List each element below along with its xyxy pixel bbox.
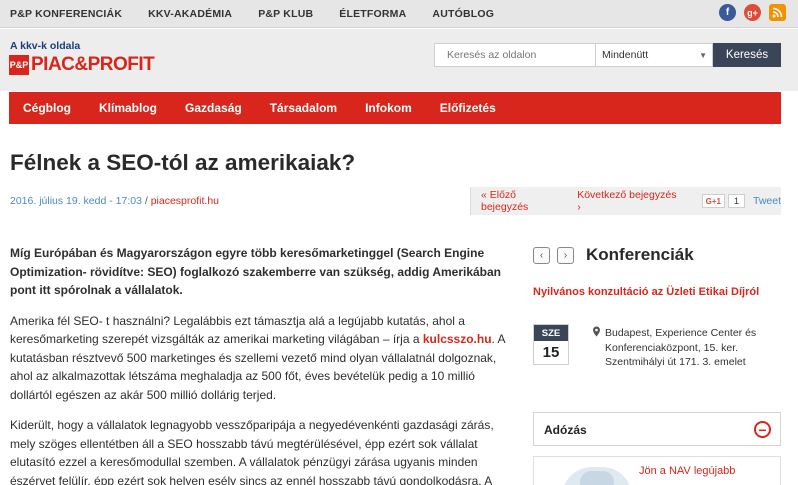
location-pin-icon	[592, 326, 601, 340]
article-lead: Míg Európában és Magyarországon egyre tö…	[10, 246, 502, 297]
tweet-button[interactable]: Tweet	[753, 195, 781, 207]
nav-item-tarsadalom[interactable]: Társadalom	[270, 101, 337, 115]
event-location: Budapest, Experience Center és Konferenc…	[605, 327, 757, 368]
social-icons: f g+	[711, 4, 786, 21]
search-scope-value: Mindenütt	[602, 49, 649, 61]
top-link-kkv-akademia[interactable]: KKV-AKADÉMIA	[148, 8, 232, 20]
accordion-adozas[interactable]: Adózás −	[533, 412, 781, 446]
site-logo[interactable]: P&P PIAC&PROFIT	[9, 54, 155, 76]
logo-text: PIAC&PROFIT	[31, 54, 155, 75]
gplus-count: 1	[727, 194, 745, 208]
site-tagline: A kkv-k oldala	[10, 40, 81, 52]
event-day: 15	[542, 344, 560, 361]
search-button[interactable]: Keresés	[713, 43, 781, 67]
nav-item-elofizetes[interactable]: Előfizetés	[440, 101, 496, 115]
event-date-badge: SZE 15	[533, 324, 569, 365]
top-link-autoblog[interactable]: AUTÓBLOG	[432, 8, 494, 20]
carousel-arrows: ‹ ›	[533, 247, 581, 264]
googleplus-icon[interactable]: g+	[744, 4, 761, 21]
top-link-konferenciak[interactable]: P&P KONFERENCIÁK	[10, 8, 122, 20]
gplus-button[interactable]: G+1	[701, 194, 725, 208]
nav-item-klimablog[interactable]: Klímablog	[99, 101, 157, 115]
article-paragraph: Kiderült, hogy a vállalatok legnagyobb v…	[10, 418, 494, 485]
cloud-icon	[580, 471, 614, 485]
facebook-icon[interactable]: f	[719, 4, 736, 21]
search-input[interactable]	[434, 43, 596, 67]
article-paragraph: Amerika fél SEO- t használni? Legalábbis…	[10, 312, 512, 405]
kulcsszo-link[interactable]: kulcsszo.hu	[423, 332, 492, 346]
teaser-image	[562, 467, 632, 485]
prev-post-link[interactable]: « Előző bejegyzés	[481, 189, 565, 213]
chevron-left-icon[interactable]: ‹	[533, 247, 550, 264]
article-body: Míg Európában és Magyarországon egyre tö…	[10, 244, 512, 485]
logo-mark: P&P	[9, 55, 29, 75]
event-title-link[interactable]: Nyilvános konzultáció az Üzleti Etikai D…	[533, 286, 759, 298]
rss-icon[interactable]	[769, 4, 786, 21]
chevron-down-icon: ▼	[699, 50, 707, 60]
article-meta: 2016. július 19. kedd - 17:03 / piacespr…	[10, 195, 219, 207]
top-nav: P&P KONFERENCIÁK KKV-AKADÉMIA P&P KLUB É…	[10, 0, 520, 28]
event-month: SZE	[534, 325, 568, 341]
article-source-link[interactable]: piacesprofit.hu	[151, 195, 219, 207]
paragraph-text: Amerika fél SEO- t használni? Legalábbis…	[10, 313, 465, 347]
post-navigation: « Előző bejegyzés Következő bejegyzés › …	[470, 187, 781, 215]
top-bar: P&P KONFERENCIÁK KKV-AKADÉMIA P&P KLUB É…	[0, 0, 798, 28]
top-link-eletforma[interactable]: ÉLETFORMA	[339, 8, 406, 20]
article-date: 2016. július 19. kedd - 17:03	[10, 195, 142, 207]
next-post-link[interactable]: Következő bejegyzés ›	[577, 189, 681, 213]
chevron-right-icon[interactable]: ›	[557, 247, 574, 264]
main-nav: Cégblog Klímablog Gazdaság Társadalom In…	[9, 92, 781, 124]
search-scope-select[interactable]: Mindenütt ▼	[596, 43, 713, 67]
article-meta-row: 2016. július 19. kedd - 17:03 / piacespr…	[10, 187, 781, 215]
teaser-title[interactable]: Jön a NAV legújabb	[639, 465, 735, 477]
nav-item-gazdasag[interactable]: Gazdaság	[185, 101, 242, 115]
news-teaser[interactable]: Jön a NAV legújabb	[533, 456, 781, 485]
accordion-label: Adózás	[544, 423, 587, 437]
collapse-icon[interactable]: −	[754, 421, 771, 438]
nav-item-infokom[interactable]: Infokom	[365, 101, 412, 115]
nav-item-cegblog[interactable]: Cégblog	[23, 101, 71, 115]
sidebar-title: Konferenciák	[586, 245, 694, 264]
meta-separator: /	[144, 195, 148, 207]
article-title: Félnek a SEO-tól az amerikaiak?	[10, 150, 356, 175]
top-link-pp-klub[interactable]: P&P KLUB	[258, 8, 313, 20]
site-header: A kkv-k oldala P&P PIAC&PROFIT Mindenütt…	[0, 29, 798, 91]
